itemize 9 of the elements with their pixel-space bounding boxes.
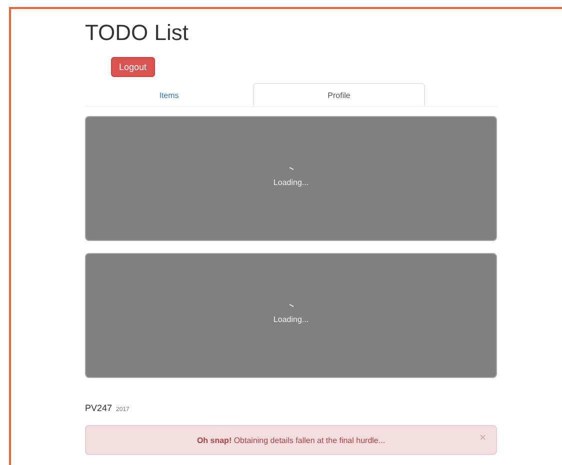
page-title: TODO List [85,21,190,45]
logout-button[interactable]: Logout [111,57,155,77]
spinner-icon [288,304,294,306]
tab[interactable]: Profile [253,83,425,106]
alert-message: Oh snap! Obtaining details fallen at the final hurdle... [196,436,386,444]
loading-text: Loading... [273,314,309,324]
loading-text: Loading... [273,178,309,186]
footer-name: PV247 [85,403,112,413]
spinner-icon [288,166,294,170]
